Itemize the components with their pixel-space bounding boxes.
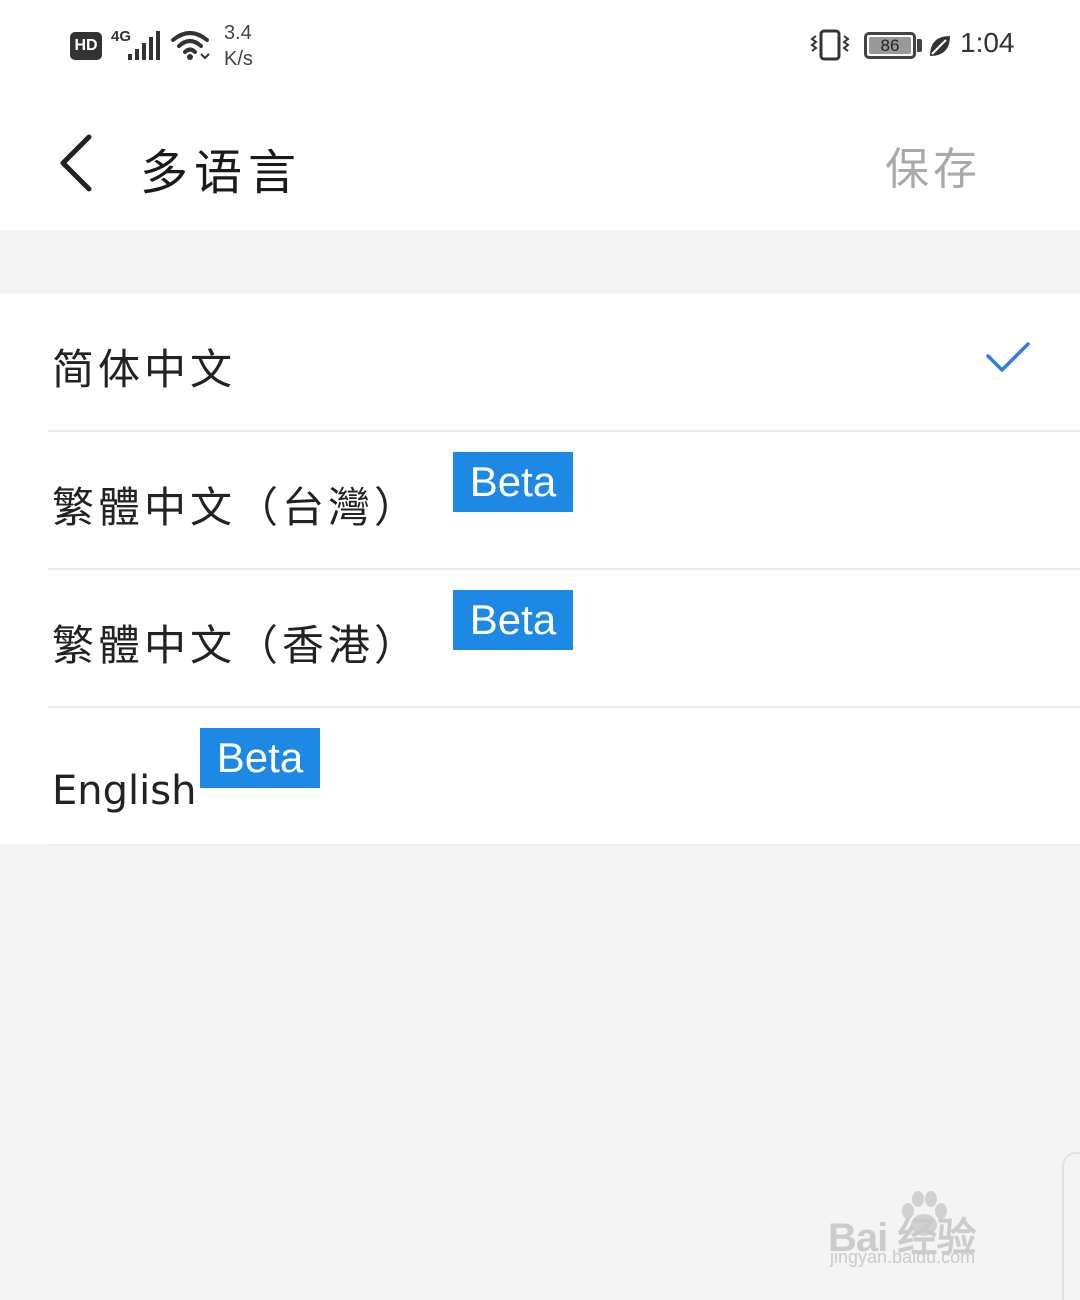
wifi-icon [171,31,210,60]
language-list: 简体中文 繁體中文（台灣） Beta 繁體中文（香港） Beta English… [0,294,1080,846]
language-label: 简体中文 [52,345,237,394]
beta-badge: Beta [453,590,573,650]
back-button[interactable] [40,125,110,200]
watermark-url: jingyan.baidu.com [830,1247,976,1267]
chevron-left-icon [60,134,92,191]
app-header: 多语言 保存 [0,95,1080,230]
page-title: 多语言 [140,145,303,201]
clock: 1:04 [960,27,1015,58]
scroll-edge [1062,1152,1080,1300]
language-item-zh-hant-tw[interactable]: 繁體中文（台灣） Beta [0,432,1080,570]
language-label: English [52,768,197,814]
language-label: 繁體中文（台灣） [52,483,421,532]
language-label: 繁體中文（香港） [52,621,421,670]
network-speed: 3.4 K/s [224,20,274,72]
save-button[interactable]: 保存 [885,133,981,197]
network-speed-unit: K/s [224,48,253,70]
language-item-en[interactable]: English Beta [0,708,1080,846]
battery-level: 86 [880,36,900,55]
vibrate-icon [810,29,850,61]
hd-icon: HD [70,32,102,60]
beta-badge: Beta [453,452,573,512]
baidu-jingyan-watermark: Bai 经验 jingyan.baidu.com [828,1185,1028,1280]
network-speed-value: 3.4 [224,22,252,44]
language-item-zh-hans[interactable]: 简体中文 [0,294,1080,432]
battery-tip [917,39,922,52]
battery-icon: 86 [864,32,916,59]
status-bar: HD 4G 3.4 K/s 86 1:04 [0,0,1080,95]
divider [48,844,1080,846]
language-item-zh-hant-hk[interactable]: 繁體中文（香港） Beta [0,570,1080,708]
leaf-icon [930,36,950,56]
check-icon [986,342,1030,372]
signal-icon [128,31,160,60]
beta-badge: Beta [200,728,320,788]
